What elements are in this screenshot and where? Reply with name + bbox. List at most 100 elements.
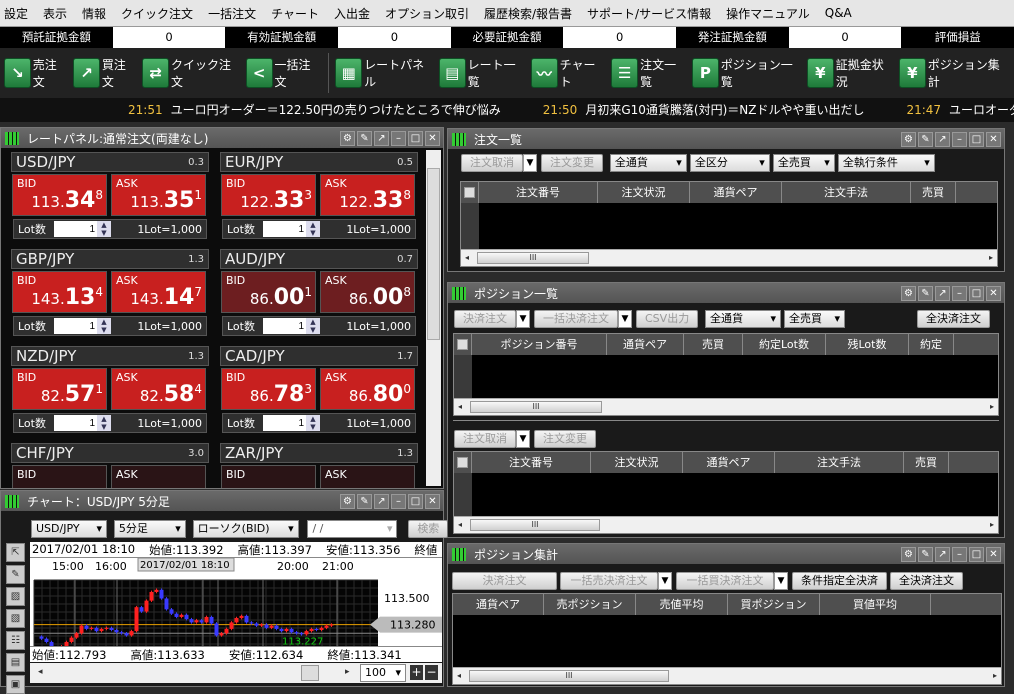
column-header[interactable]: 通貨ペア <box>453 594 544 615</box>
column-header[interactable]: 売値平均 <box>636 594 728 615</box>
popout-icon[interactable]: ↗ <box>935 546 950 562</box>
toolbar-button[interactable]: ▤ レート一覧 <box>438 56 525 90</box>
menu-item[interactable]: 一括注文 <box>208 5 256 22</box>
scrollbar-thumb[interactable]: III <box>469 670 669 682</box>
menu-item[interactable]: 入出金 <box>334 5 370 22</box>
column-header[interactable]: 買ポジション <box>728 594 820 615</box>
ask-button[interactable]: ASK 143.147 <box>111 271 206 313</box>
scroll-left-arrow-icon[interactable]: ◂ <box>38 667 43 677</box>
horizontal-scrollbar[interactable]: ◂ III ▸ <box>454 398 998 415</box>
column-header[interactable]: 約定Lot数 <box>743 334 826 355</box>
ask-button[interactable]: ASK 86.800 <box>320 368 415 410</box>
price-ladder-icon[interactable]: ☷ <box>6 631 25 650</box>
toolbar-button[interactable]: ▦ レートパネル <box>335 56 433 90</box>
toolbar-button[interactable]: < 一括注文 <box>245 56 321 90</box>
chart-area[interactable]: 2017/02/01 18:10 始値:113.392 高値:113.397 安値:1… <box>30 542 442 662</box>
cursor-icon[interactable]: ⇱ <box>6 543 25 562</box>
toolbar-button[interactable]: ¥ 証拠金状況 <box>806 56 893 90</box>
settings-gear-icon[interactable]: ⚙ <box>340 130 355 146</box>
scroll-right-arrow-icon[interactable]: ▸ <box>989 253 993 262</box>
column-header[interactable]: 売ポジション <box>544 594 636 615</box>
filter-select[interactable]: 全執行条件 ▾ <box>837 154 935 172</box>
bulk-sell-close-button[interactable]: 一括売決済注文 <box>560 572 658 590</box>
pencil-icon[interactable]: ✎ <box>6 565 25 584</box>
menu-item[interactable]: 履歴検索/報告書 <box>484 5 572 22</box>
cancel-order-dropdown[interactable]: ▼ <box>516 430 530 448</box>
scroll-left-arrow-icon[interactable]: ◂ <box>465 253 469 262</box>
ask-button[interactable]: ASK 113.351 <box>111 174 206 216</box>
minimize-icon[interactable]: – <box>391 130 406 146</box>
close-order-button[interactable]: 決済注文 <box>454 310 516 328</box>
minimize-icon[interactable]: – <box>391 493 406 509</box>
close-icon[interactable]: ✕ <box>986 546 1001 562</box>
select-all-checkbox[interactable] <box>454 334 472 355</box>
bid-button[interactable]: BID 82.571 <box>12 368 107 410</box>
close-all-button[interactable]: 全決済注文 <box>890 572 963 590</box>
settings-gear-icon[interactable]: ⚙ <box>901 131 916 147</box>
column-header[interactable]: 注文番号 <box>472 452 591 473</box>
close-all-button[interactable]: 全決済注文 <box>917 310 990 328</box>
palette-icon[interactable]: ✎ <box>357 130 372 146</box>
lot-stepper[interactable]: ▲ ▼ <box>306 221 320 237</box>
maximize-icon[interactable]: □ <box>408 493 423 509</box>
ask-button[interactable]: ASK 122.338 <box>320 174 415 216</box>
column-header[interactable]: 注文手法 <box>775 452 904 473</box>
scroll-right-arrow-icon[interactable]: ▸ <box>990 520 994 529</box>
scroll-right-arrow-icon[interactable]: ▸ <box>345 667 350 677</box>
toolbar-button[interactable]: ↗ 買注文 <box>73 56 136 90</box>
column-header[interactable]: ポジション番号 <box>472 334 607 355</box>
scrollbar-thumb[interactable]: III <box>470 519 600 531</box>
close-icon[interactable]: ✕ <box>425 493 440 509</box>
toolbar-button[interactable]: ¥ ポジション集計 <box>898 56 1008 90</box>
candlestick-chart[interactable]: 15:00 16:00 20:00 21:00 2017/02/01 18:10 113.… <box>30 558 442 646</box>
zoom-in-button[interactable]: + <box>410 665 423 680</box>
zoom-out-button[interactable]: − <box>425 665 438 680</box>
pair-select[interactable]: USD/JPY ▾ <box>31 520 107 538</box>
horizontal-scrollbar[interactable]: ◂ III ▸ <box>454 516 998 533</box>
filter-select[interactable]: 全売買 ▾ <box>772 154 835 172</box>
chart-style-select[interactable]: ローソク(BID) ▾ <box>192 520 299 538</box>
news-headline[interactable]: 月初来G10通貨騰落(対円)＝NZドルやや重い出だし <box>585 103 864 117</box>
popout-icon[interactable]: ↗ <box>374 493 389 509</box>
column-header[interactable]: 売買 <box>911 182 956 203</box>
horizontal-scrollbar[interactable]: ◂ III ▸ <box>453 667 1001 684</box>
bid-button[interactable]: BID 122.333 <box>221 174 316 216</box>
window-icon[interactable]: ▤ <box>6 653 25 672</box>
cancel-order-button[interactable]: 注文取消 <box>461 154 523 172</box>
lot-stepper[interactable]: ▲ ▼ <box>306 415 320 431</box>
palette-icon[interactable]: ✎ <box>918 285 933 301</box>
select-all-checkbox[interactable] <box>454 452 472 473</box>
toolbar-button[interactable]: P ポジション一覧 <box>691 56 801 90</box>
scrollbar-thumb[interactable] <box>427 168 440 340</box>
lot-input[interactable] <box>54 415 97 431</box>
close-order-button[interactable]: 決済注文 <box>452 572 557 590</box>
toolbar-button[interactable]: ☰ 注文一覧 <box>611 56 686 90</box>
settings-gear-icon[interactable]: ⚙ <box>901 546 916 562</box>
column-header[interactable]: 残Lot数 <box>826 334 909 355</box>
news-headline[interactable]: ユーロオーダー＝ <box>949 103 1014 117</box>
menu-item[interactable]: 表示 <box>43 5 67 22</box>
filter-select[interactable]: 全売買 ▾ <box>784 310 846 328</box>
column-header[interactable]: 売買 <box>904 452 949 473</box>
lot-stepper[interactable]: ▲ ▼ <box>306 318 320 334</box>
menu-item[interactable]: クイック注文 <box>121 5 193 22</box>
lot-input[interactable] <box>263 415 306 431</box>
menu-item[interactable]: 設定 <box>4 5 28 22</box>
scrollbar-thumb[interactable]: III <box>470 401 602 413</box>
scroll-right-arrow-icon[interactable]: ▸ <box>993 671 997 680</box>
maximize-icon[interactable]: □ <box>969 285 984 301</box>
bulk-close-dropdown[interactable]: ▼ <box>618 310 632 328</box>
lot-input[interactable] <box>263 318 306 334</box>
close-icon[interactable]: ✕ <box>986 131 1001 147</box>
menu-item[interactable]: 情報 <box>82 5 106 22</box>
lot-stepper[interactable]: ▲ ▼ <box>97 318 111 334</box>
column-header[interactable]: 注文番号 <box>479 182 598 203</box>
maximize-icon[interactable]: □ <box>408 130 423 146</box>
modify-order-button[interactable]: 注文変更 <box>541 154 603 172</box>
filter-select[interactable]: 全通貨 ▾ <box>705 310 782 328</box>
scroll-left-arrow-icon[interactable]: ◂ <box>457 671 461 680</box>
bid-button[interactable]: BID <box>12 465 107 488</box>
menu-item[interactable]: Q&A <box>825 6 852 20</box>
filter-select[interactable]: 全通貨 ▾ <box>609 154 687 172</box>
bid-button[interactable]: BID <box>221 465 316 488</box>
